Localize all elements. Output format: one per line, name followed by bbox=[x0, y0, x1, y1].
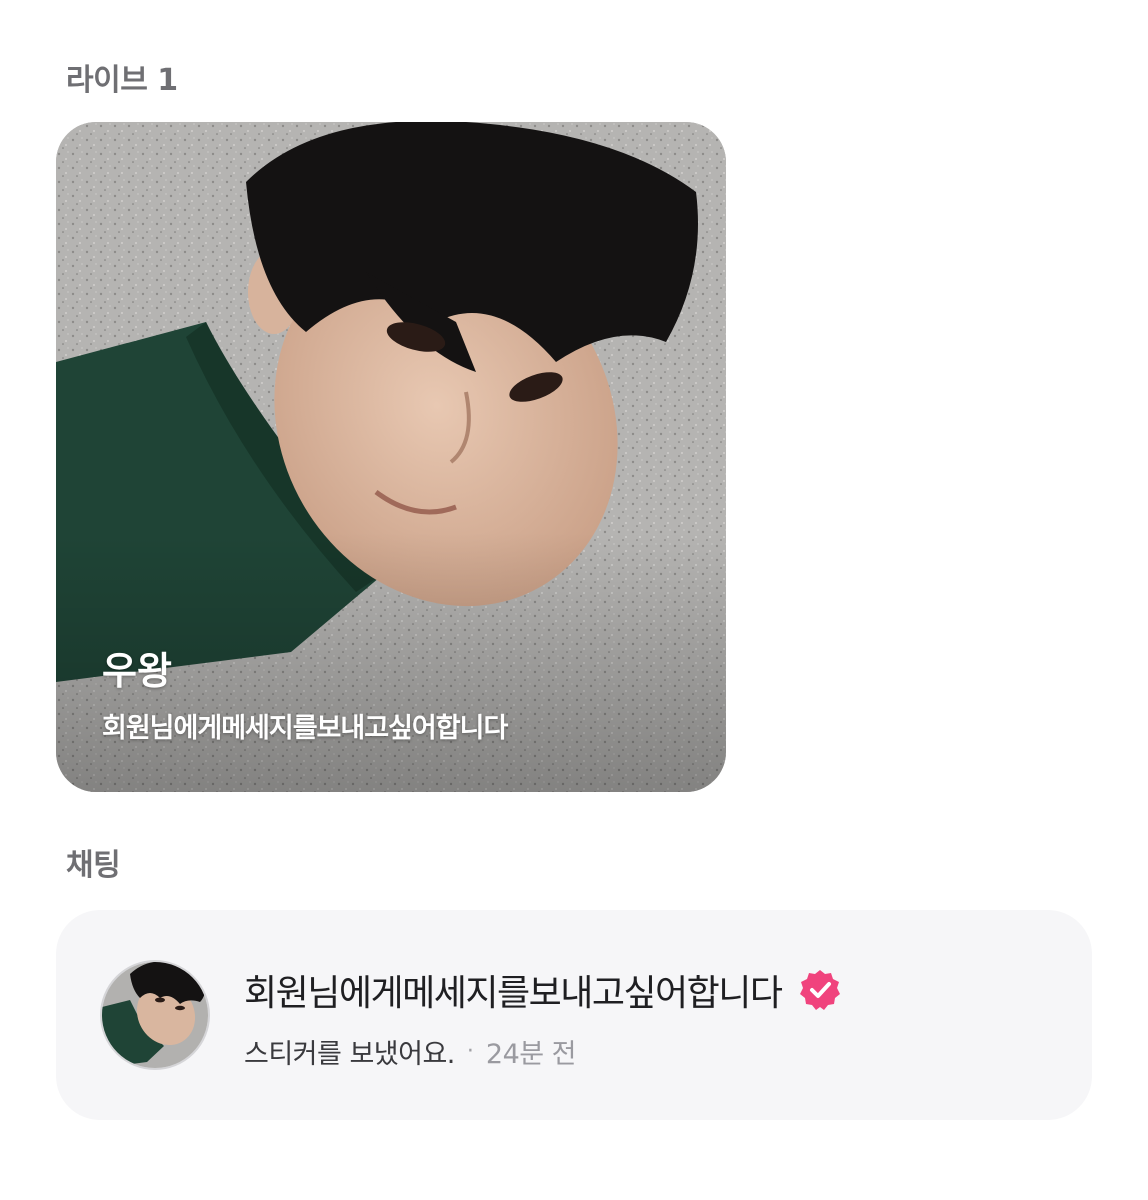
live-section-title: 라이브 1 bbox=[66, 63, 178, 98]
verified-badge-icon bbox=[799, 970, 840, 1010]
live-subtitle: 회원님에게메세지를보내고싶어합니다 bbox=[102, 713, 508, 744]
chat-list-item[interactable]: 회원님에게메세지를보내고싶어합니다 스티커를 보냈어요. · 24분 전 bbox=[56, 910, 1092, 1120]
avatar bbox=[100, 960, 210, 1070]
chat-sender-name: 회원님에게메세지를보내고싶어합니다 bbox=[244, 973, 783, 1014]
live-streamer-name: 우왕 bbox=[102, 649, 172, 693]
live-card[interactable]: 우왕 회원님에게메세지를보내고싶어합니다 bbox=[56, 122, 726, 792]
chat-last-message: 스티커를 보냈어요. bbox=[244, 1039, 455, 1070]
chat-section-title: 채팅 bbox=[66, 848, 121, 883]
separator-dot: · bbox=[466, 1039, 474, 1064]
chat-timestamp: 24분 전 bbox=[485, 1039, 577, 1070]
